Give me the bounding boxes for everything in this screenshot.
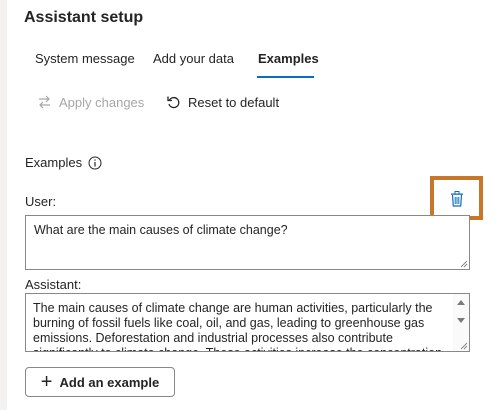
apply-changes-label: Apply changes xyxy=(59,94,145,110)
user-message-text: What are the main causes of climate chan… xyxy=(34,223,288,237)
plus-icon: + xyxy=(40,371,53,393)
resize-grip-icon[interactable] xyxy=(460,342,468,350)
delete-example-button[interactable] xyxy=(446,188,468,210)
reset-arrow-icon xyxy=(167,96,180,108)
examples-section-label: Examples xyxy=(25,155,102,170)
scroll-down-arrow-icon[interactable] xyxy=(457,318,465,323)
reset-label: Reset to default xyxy=(188,94,280,110)
tab-system-message[interactable]: System message xyxy=(35,51,135,66)
user-message-input[interactable]: What are the main causes of climate chan… xyxy=(25,215,470,270)
panel-title: Assistant setup xyxy=(24,9,144,26)
resize-grip-icon[interactable] xyxy=(460,260,468,268)
apply-changes-button[interactable]: Apply changes xyxy=(37,93,144,111)
active-tab-indicator xyxy=(257,76,314,78)
assistant-message-text: The main causes of climate change are hu… xyxy=(33,301,442,351)
delete-highlight-box xyxy=(430,176,483,220)
trash-icon xyxy=(451,191,463,207)
assistant-message-input[interactable]: The main causes of climate change are hu… xyxy=(25,293,470,352)
reset-to-default-button[interactable]: Reset to default xyxy=(166,93,279,111)
add-example-label: Add an example xyxy=(59,374,160,390)
info-icon[interactable] xyxy=(88,156,102,170)
examples-heading: Examples xyxy=(25,155,83,170)
assistant-label: Assistant: xyxy=(25,277,82,292)
add-example-button[interactable]: + Add an example xyxy=(25,367,175,397)
left-edge-strip xyxy=(0,0,7,410)
tab-add-your-data[interactable]: Add your data xyxy=(153,51,234,66)
user-label: User: xyxy=(25,194,57,209)
apply-arrows-icon xyxy=(39,95,50,109)
scroll-up-arrow-icon[interactable] xyxy=(457,300,465,305)
tab-examples[interactable]: Examples xyxy=(258,51,319,66)
